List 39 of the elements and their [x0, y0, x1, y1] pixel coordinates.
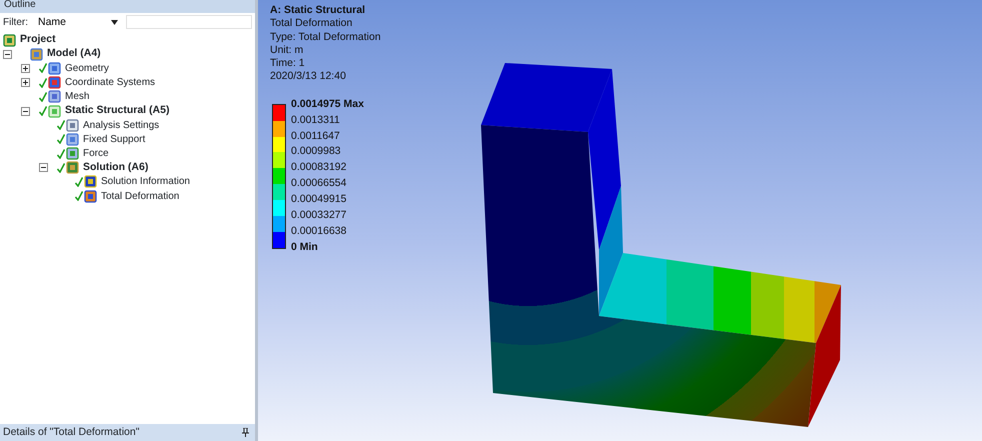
tree-item[interactable]: Coordinate Systems [65, 75, 156, 90]
legend-value: 0.0014975 Max [291, 98, 364, 110]
caret-icon [111, 20, 118, 24]
result-info: Time: 1 [270, 57, 305, 70]
collapse-toggle[interactable] [39, 163, 48, 172]
legend-value: 0.00033277 [291, 209, 346, 222]
legend-value: 0.00049915 [291, 193, 346, 206]
result-info: Type: Total Deformation [270, 30, 381, 44]
filter-label: Filter: [3, 16, 28, 30]
tree-item[interactable]: Fixed Support [83, 132, 146, 147]
tree-item[interactable]: Static Structural (A5) [65, 103, 170, 119]
panel-title: Outline [0, 0, 255, 13]
legend-value: 0.00066554 [291, 177, 346, 190]
tree-item[interactable]: Project [20, 32, 56, 48]
legend-value: 0.0009983 [291, 145, 341, 158]
result-heading: A: Static Structural [270, 4, 366, 18]
result-info: Unit: m [270, 44, 304, 58]
legend-value: 0.0011647 [291, 130, 340, 142]
tree-item[interactable]: Total Deformation [101, 188, 180, 204]
filter-field[interactable] [126, 15, 252, 29]
expand-toggle[interactable] [21, 78, 30, 88]
collapse-toggle[interactable] [21, 106, 30, 116]
legend-value: 0.00083192 [291, 161, 346, 174]
tree-item[interactable]: Model (A4) [47, 46, 101, 62]
legend-value: 0 Min [291, 240, 318, 253]
tree-item[interactable]: Geometry [65, 60, 109, 76]
tree-item[interactable]: Mesh [65, 89, 90, 104]
collapse-toggle[interactable] [3, 50, 12, 59]
tree-item[interactable]: Force [83, 146, 109, 162]
legend-value: 0.0013311 [291, 114, 340, 126]
tree-item[interactable]: Solution (A6) [83, 160, 148, 176]
expand-toggle[interactable] [21, 64, 30, 73]
tree-item[interactable]: Solution Information [101, 174, 190, 190]
result-info: Total Deformation [270, 17, 352, 31]
tree-item[interactable]: Analysis Settings [83, 118, 160, 133]
result-info: 2020/3/13 12:40 [270, 70, 346, 84]
legend-value: 0.00016638 [291, 224, 346, 237]
pin-icon[interactable] [242, 428, 249, 437]
details-title: Details of "Total Deformation" [3, 424, 140, 440]
